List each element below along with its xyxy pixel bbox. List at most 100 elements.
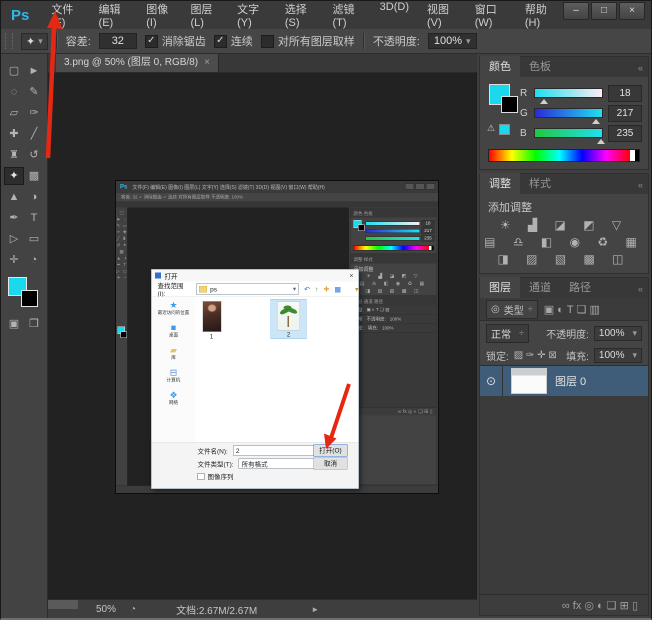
adjustment-icons-row-1[interactable]: ☀ ▟ ◪ ◩ ▽ — [480, 217, 648, 234]
background-color-well[interactable] — [501, 96, 518, 113]
tab-paths[interactable]: 路径 — [560, 277, 600, 298]
hand-tool[interactable]: ✛ — [4, 251, 24, 269]
close-button[interactable]: × — [619, 2, 645, 20]
magic-wand-tool[interactable]: ✦ — [4, 167, 24, 185]
tab-styles[interactable]: 样式 — [520, 173, 560, 194]
channel-r-slider[interactable] — [534, 88, 603, 98]
adjustment-icons-row-2[interactable]: ▤ ♎ ◧ ◉ ♻ ▦ — [480, 234, 648, 251]
lasso-tool[interactable]: ◌ — [4, 83, 24, 101]
contiguous-checkbox[interactable]: ✓ — [214, 35, 227, 48]
layer-filter-dropdown[interactable]: ◎ 类型 ÷ — [486, 300, 538, 319]
path-selection-tool[interactable]: ▷ — [4, 230, 24, 248]
eyedropper-tool[interactable]: ✑ — [24, 104, 44, 122]
color-spectrum-ramp[interactable] — [488, 149, 640, 162]
blend-mode-dropdown[interactable]: 正常 ÷ — [486, 324, 529, 343]
image-sequence-option[interactable]: 图像序列 — [198, 472, 234, 482]
layer-row-selected[interactable]: ⊙ 图层 0 — [480, 366, 648, 396]
sample-all-layers-label: 对所有图层取样 — [278, 33, 355, 49]
file-item-2-selected[interactable]: 2 — [271, 299, 307, 339]
history-brush-tool[interactable]: ↺ — [24, 146, 44, 164]
layer-filter-icons[interactable]: ▣ ◐ T ❏ ▥ — [544, 303, 600, 316]
scrollbar-corner[interactable] — [48, 600, 78, 609]
document-tab[interactable]: 3.png @ 50% (图层 0, RGB/8) × — [56, 54, 219, 72]
place-desktop[interactable]: ■ 桌面 — [152, 323, 196, 339]
lock-buttons[interactable]: ▨ ✑ ✛ ⊠ — [514, 350, 557, 361]
open-button[interactable]: 打开(O) — [314, 445, 348, 457]
healing-brush-tool[interactable]: ✚ — [4, 125, 24, 143]
quick-mask-button[interactable]: ▣ — [4, 315, 24, 333]
screen-mode-button[interactable]: ❐ — [24, 315, 44, 333]
fill-dropdown[interactable]: 100% ▾ — [594, 348, 642, 363]
background-color-swatch[interactable] — [21, 290, 38, 307]
channel-r-value[interactable]: 18 — [608, 85, 642, 102]
divider — [363, 33, 365, 49]
pen-tool[interactable]: ✒ — [4, 209, 24, 227]
dodge-tool[interactable]: ◑ — [24, 188, 44, 206]
view-menu-icon[interactable]: ▦ — [334, 285, 341, 294]
status-menu-arrow-icon[interactable]: ► — [311, 605, 319, 614]
place-network[interactable]: ❖ 网络 — [152, 390, 196, 406]
dialog-close-icon[interactable]: × — [349, 272, 353, 280]
magic-wand-icon: ✦ — [26, 35, 35, 48]
tool-options-bar: ✦ ▾ 容差: 32 ✓ 消除锯齿 ✓ 连续 对所有图层取样 不透明度: 100… — [1, 29, 651, 54]
layers-panel-buttons[interactable]: ∞ fx ◎ ◐ ❏ ⊞ ▯ — [480, 594, 648, 615]
minimize-button[interactable]: – — [563, 2, 589, 20]
panel-menu-icon[interactable]: « — [633, 63, 648, 77]
image-sequence-checkbox[interactable] — [198, 473, 205, 480]
place-computer[interactable]: ⊟ 计算机 — [152, 368, 196, 384]
gradient-tool[interactable]: ▩ — [24, 167, 44, 185]
type-tool[interactable]: T — [24, 209, 44, 227]
panel-menu-icon[interactable]: « — [633, 284, 648, 298]
up-one-level-icon[interactable]: ↑ — [315, 285, 319, 293]
current-tool-chip[interactable]: ✦ ▾ — [21, 33, 48, 50]
contiguous-option[interactable]: ✓ 连续 — [214, 33, 253, 49]
shape-tool[interactable]: ▭ — [24, 230, 44, 248]
maximize-button[interactable]: □ — [591, 2, 617, 20]
preview-pane-icon[interactable]: ▾ — [355, 285, 359, 294]
file-name-input[interactable]: 2 ▾ — [233, 446, 325, 456]
layer-list: ⊙ 图层 0 — [480, 365, 648, 594]
layer-thumbnail[interactable] — [511, 368, 547, 394]
gamut-warning-icon[interactable]: ⚠ — [487, 123, 495, 134]
rectangular-marquee-tool[interactable]: ▢ — [4, 62, 24, 80]
file-thumbnail-1[interactable] — [203, 301, 222, 332]
crop-tool[interactable]: ▱ — [4, 104, 24, 122]
brush-tool[interactable]: ╱ — [24, 125, 44, 143]
new-folder-icon[interactable]: ✚ — [324, 285, 330, 294]
place-recent[interactable]: ★ 最近访问的位置 — [152, 300, 196, 316]
channel-b-value[interactable]: 235 — [608, 125, 642, 142]
anti-alias-checkbox[interactable]: ✓ — [145, 35, 158, 48]
sample-all-layers-option[interactable]: 对所有图层取样 — [261, 33, 355, 49]
channel-b-slider[interactable] — [534, 128, 603, 138]
quick-selection-tool[interactable]: ✎ — [24, 83, 44, 101]
canvas-area[interactable]: Ps 文件(F) 编辑(E) 图像(I) 图层(L) 文字(Y) 选择(S) 滤… — [48, 73, 477, 599]
back-icon[interactable]: ↶ — [304, 285, 310, 294]
layer-name[interactable]: 图层 0 — [555, 373, 586, 389]
gamut-color-swatch[interactable] — [499, 124, 510, 135]
tab-color[interactable]: 颜色 — [480, 56, 520, 77]
channel-g-slider[interactable] — [534, 108, 603, 118]
opacity-dropdown[interactable]: 100% ▾ — [428, 33, 477, 49]
sample-all-layers-checkbox[interactable] — [261, 35, 274, 48]
zoom-tool[interactable]: ◔ — [24, 251, 44, 269]
layer-opacity-dropdown[interactable]: 100% ▾ — [594, 326, 642, 341]
clone-stamp-tool[interactable]: ♜ — [4, 146, 24, 164]
move-tool[interactable]: ► — [24, 62, 44, 80]
tab-swatches[interactable]: 色板 — [520, 56, 560, 77]
tab-channels[interactable]: 通道 — [520, 277, 560, 298]
eraser-tool[interactable]: ▲ — [4, 188, 24, 206]
zoom-level[interactable]: 50% — [96, 604, 116, 615]
layer-visibility-eye-icon[interactable]: ⊙ — [480, 366, 503, 396]
channel-g-value[interactable]: 217 — [608, 105, 642, 122]
panel-menu-icon[interactable]: « — [633, 180, 648, 194]
look-in-dropdown[interactable]: ps ▾ — [196, 284, 299, 295]
anti-alias-option[interactable]: ✓ 消除锯齿 — [145, 33, 206, 49]
adjustment-icons-row-3[interactable]: ◨ ▨ ▧ ▩ ◫ — [480, 251, 648, 273]
document-close-icon[interactable]: × — [204, 54, 210, 72]
place-libraries[interactable]: ▰ 库 — [152, 345, 196, 361]
tab-adjustments[interactable]: 调整 — [480, 173, 520, 194]
inner-photoshop-logo-icon: Ps — [120, 183, 127, 190]
tab-layers[interactable]: 图层 — [480, 277, 520, 298]
cancel-button[interactable]: 取消 — [314, 458, 348, 470]
tolerance-input[interactable]: 32 — [99, 33, 137, 49]
